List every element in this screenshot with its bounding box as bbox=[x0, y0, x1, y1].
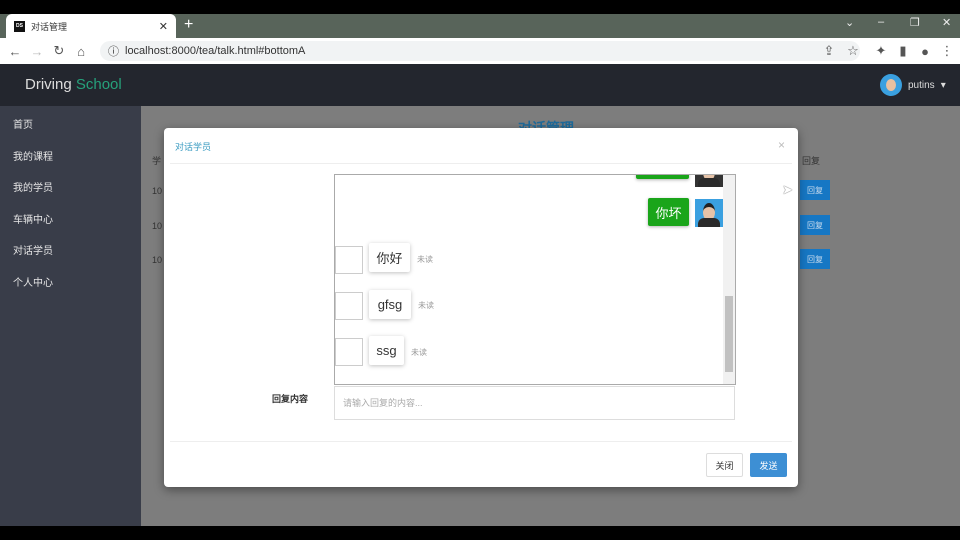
sidepanel-icon[interactable]: ▮ bbox=[892, 43, 914, 59]
brand-logo[interactable]: Driving School bbox=[25, 76, 122, 93]
reply-button[interactable]: 回复 bbox=[800, 249, 830, 269]
share-icon[interactable]: ⇪ bbox=[818, 43, 840, 59]
reply-label: 回复内容 bbox=[272, 394, 309, 404]
mouse-cursor-icon: ➤ bbox=[782, 182, 793, 197]
close-tab-icon[interactable]: ✕ bbox=[159, 20, 168, 33]
chat-history[interactable]: 你坏 你好 未读 gfsg 未读 ssg 未读 bbox=[334, 174, 736, 385]
restore-button[interactable]: ❐ bbox=[910, 16, 920, 29]
reply-input[interactable] bbox=[334, 386, 735, 420]
caret-down-icon: ▾ bbox=[940, 79, 946, 91]
address-bar: ← → ↻ ⌂ ⓘ localhost:8000/tea/talk.html#b… bbox=[0, 38, 960, 64]
profile-icon[interactable]: ● bbox=[914, 44, 936, 59]
sidebar-item-students[interactable]: 我的学员 bbox=[13, 179, 53, 194]
scrollbar-thumb[interactable] bbox=[725, 296, 733, 372]
minimize-button[interactable]: – bbox=[878, 16, 884, 28]
table-header-first: 学 bbox=[152, 156, 162, 166]
chat-modal: 对话学员 × 你坏 你好 未读 gfsg 未读 ssg 未读 回复内容 关闭 发… bbox=[164, 128, 798, 487]
favicon-icon: DS bbox=[14, 20, 25, 32]
tab-title: 对话管理 bbox=[31, 21, 68, 32]
message-bubble-received: ssg bbox=[369, 336, 404, 365]
reply-button[interactable]: 回复 bbox=[800, 180, 830, 200]
broken-image-icon bbox=[335, 292, 363, 320]
new-tab-button[interactable]: + bbox=[184, 16, 193, 34]
url-text: localhost:8000/tea/talk.html#bottomA bbox=[125, 45, 306, 57]
table-cell-id: 10 bbox=[152, 221, 163, 231]
message-bubble-received: gfsg bbox=[369, 290, 411, 319]
close-icon[interactable]: × bbox=[778, 138, 785, 152]
unread-status: 未读 bbox=[411, 348, 427, 357]
table-cell-id: 10 bbox=[152, 255, 163, 265]
table-header-reply: 回复 bbox=[802, 156, 821, 166]
scrollbar[interactable] bbox=[723, 175, 735, 384]
info-icon: ⓘ bbox=[108, 46, 119, 58]
divider bbox=[170, 441, 792, 442]
close-button[interactable]: 关闭 bbox=[706, 453, 743, 477]
user-menu[interactable]: putins ▾ bbox=[880, 74, 946, 96]
table-cell-id: 10 bbox=[152, 186, 163, 196]
username: putins bbox=[908, 79, 935, 91]
sidebar-item-chat[interactable]: 对话学员 bbox=[13, 242, 53, 257]
home-icon[interactable]: ⌂ bbox=[70, 44, 92, 59]
bottom-bar bbox=[0, 526, 960, 540]
sidebar-item-vehicles[interactable]: 车辆中心 bbox=[13, 211, 53, 226]
avatar bbox=[880, 74, 902, 96]
brand-a: Driving bbox=[25, 76, 72, 93]
teacher-avatar bbox=[695, 199, 723, 227]
menu-icon[interactable]: ⋮ bbox=[936, 43, 958, 59]
back-icon[interactable]: ← bbox=[4, 44, 26, 59]
message-bubble-received: 你好 bbox=[369, 243, 410, 272]
message-bubble-sent: 你坏 bbox=[648, 198, 689, 226]
message-bubble-partial bbox=[636, 175, 689, 179]
sidebar-item-courses[interactable]: 我的课程 bbox=[13, 148, 53, 163]
sidebar: 首页 我的课程 我的学员 车辆中心 对话学员 个人中心 bbox=[0, 106, 141, 526]
broken-image-icon bbox=[335, 338, 363, 366]
extensions-icon[interactable]: ✦ bbox=[870, 43, 892, 59]
unread-status: 未读 bbox=[418, 301, 434, 310]
reply-button[interactable]: 回复 bbox=[800, 215, 830, 235]
sidebar-item-home[interactable]: 首页 bbox=[13, 116, 33, 131]
url-field[interactable]: ⓘ localhost:8000/tea/talk.html#bottomA bbox=[100, 41, 860, 61]
window-close-button[interactable]: ✕ bbox=[942, 16, 951, 29]
top-navbar bbox=[0, 64, 960, 106]
divider bbox=[170, 163, 792, 164]
tab-search-icon[interactable]: ⌄ bbox=[845, 16, 854, 29]
sidebar-item-profile[interactable]: 个人中心 bbox=[13, 274, 53, 289]
brand-b: School bbox=[75, 76, 122, 93]
unread-status: 未读 bbox=[417, 255, 433, 264]
browser-tab[interactable]: DS 对话管理 ✕ bbox=[6, 14, 176, 38]
bookmark-star-icon[interactable]: ☆ bbox=[842, 43, 864, 59]
broken-image-icon bbox=[335, 246, 363, 274]
send-button[interactable]: 发送 bbox=[750, 453, 787, 477]
forward-icon[interactable]: → bbox=[26, 44, 48, 59]
teacher-avatar bbox=[695, 175, 723, 187]
reload-icon[interactable]: ↻ bbox=[48, 43, 70, 59]
modal-title: 对话学员 bbox=[175, 142, 212, 152]
